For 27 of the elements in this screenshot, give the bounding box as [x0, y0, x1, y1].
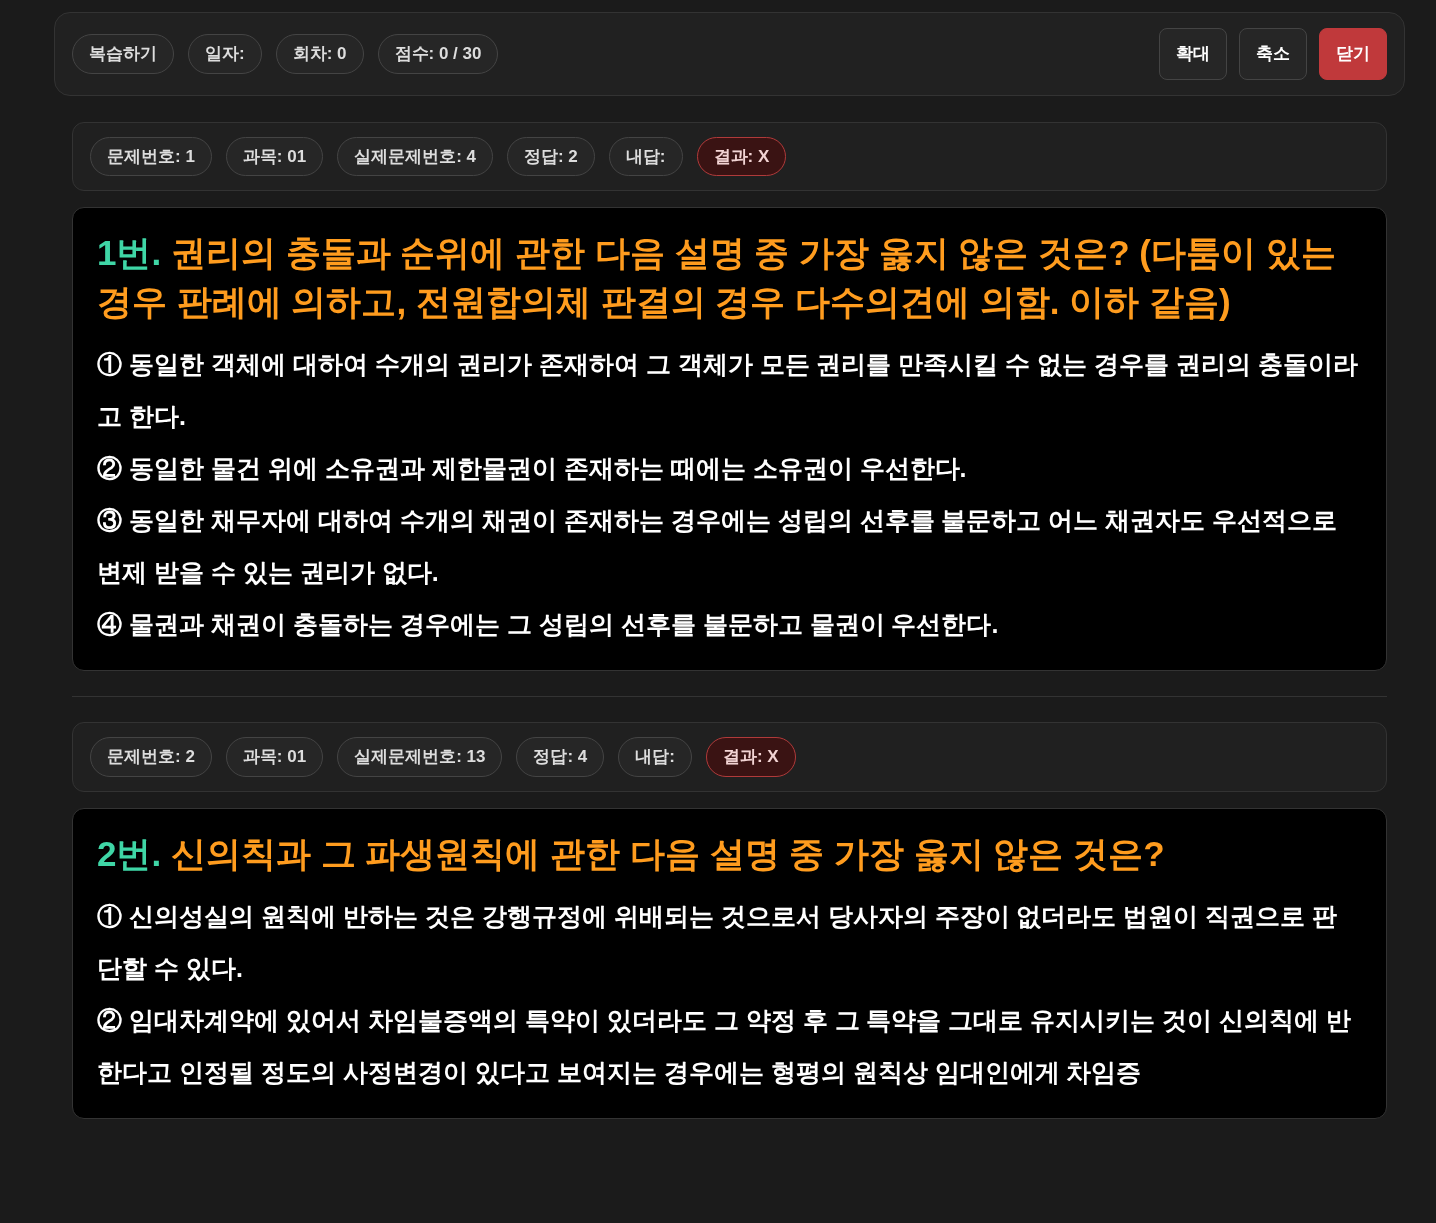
meta-chip: 정답: 4	[516, 737, 605, 777]
info-chip: 점수: 0 / 30	[377, 34, 499, 74]
answer-option: ① 동일한 객체에 대하여 수개의 권리가 존재하여 그 객체가 모든 권리를 만족시킬 수 없는 경우를 권리의 충돌이라고 한다.	[97, 338, 1362, 442]
toolbar-button[interactable]: 축소	[1239, 28, 1307, 80]
meta-chip: 정답: 2	[507, 136, 595, 176]
meta-chip: 실제문제번호: 13	[337, 737, 503, 777]
answer-option: ② 임대차계약에 있어서 차임불증액의 특약이 있더라도 그 약정 후 그 특약을 그대로 유지시키는 것이 신의칙에 반한다고 인정될 정도의 사정변경이 있다고 보여지는 경우에는 형평의 원칙상 임대인에게 차임증	[97, 993, 1362, 1098]
toolbar-button[interactable]: 닫기	[1319, 28, 1387, 80]
meta-chip: 과목: 01	[225, 136, 324, 176]
info-chip: 회차: 0	[275, 34, 364, 74]
toolbar-button[interactable]: 확대	[1159, 28, 1227, 80]
info-chip: 일자:	[188, 34, 262, 74]
answer-option: ② 동일한 물건 위에 소유권과 제한물권이 존재하는 때에는 소유권이 우선한다.	[97, 442, 1362, 494]
answer-option: ③ 동일한 채무자에 대하여 수개의 채권이 존재하는 경우에는 성립의 선후를 불문하고 어느 채권자도 우선적으로 변제 받을 수 있는 권리가 없다.	[97, 494, 1362, 598]
result-chip: 결과: X	[696, 136, 787, 176]
meta-chip: 문제번호: 1	[90, 136, 212, 176]
meta-chip: 문제번호: 2	[90, 737, 212, 777]
meta-chip: 과목: 01	[225, 737, 324, 777]
answer-option: ④ 물권과 채권이 충돌하는 경우에는 그 성립의 선후를 불문하고 물권이 우선한다.	[97, 598, 1362, 650]
info-chip: 복습하기	[72, 34, 174, 74]
result-chip: 결과: X	[705, 737, 796, 777]
meta-chip: 실제문제번호: 4	[337, 136, 493, 176]
meta-chip: 내답:	[608, 136, 683, 176]
question-title: 1번. 권리의 충돌과 순위에 관한 다음 설명 중 가장 옳지 않은 것은? (다툼이 있는 경우 판례에 의하고, 전원합의체 판결의 경우 다수의견에 의함. 이하 같음)	[97, 232, 1337, 323]
answer-option: ① 신의성실의 원칙에 반하는 것은 강행규정에 위배되는 것으로서 당사자의 주장이 없더라도 법원이 직권으로 판단할 수 있다.	[97, 889, 1362, 994]
question-title: 2번. 신의칙과 그 파생원칙에 관한 다음 설명 중 가장 옳지 않은 것은?	[97, 832, 1166, 875]
meta-chip: 내답:	[618, 737, 692, 777]
